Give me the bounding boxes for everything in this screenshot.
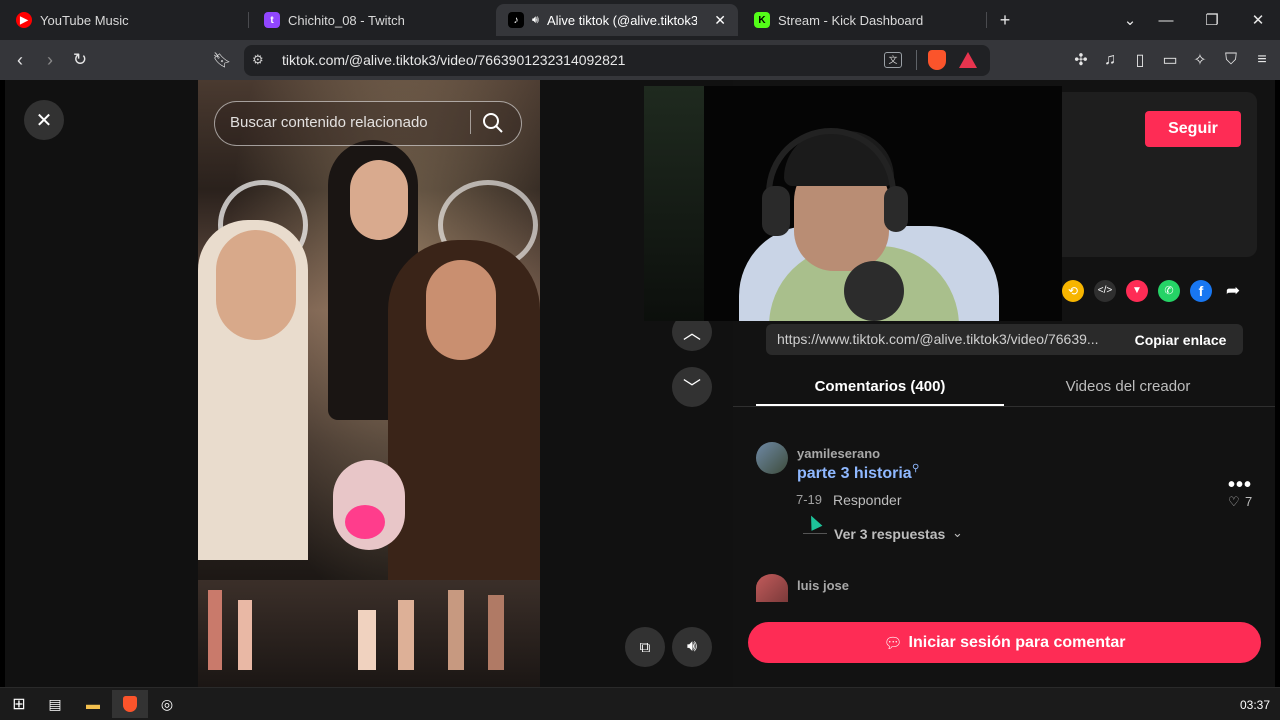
makeup-item — [208, 590, 222, 670]
reply-button[interactable]: Responder — [833, 492, 902, 508]
copy-link-button[interactable]: Copiar enlace — [1118, 324, 1243, 355]
tab-divider — [986, 12, 987, 28]
browser-tab-bar: ▶ YouTube Music t Chichito_08 - Twitch ♪… — [0, 0, 1280, 40]
back-icon[interactable]: ‹ — [8, 48, 32, 72]
site-info-icon[interactable]: ⚙︎ — [252, 52, 264, 68]
send-to-friends-icon[interactable]: ▼ — [1126, 280, 1148, 302]
maximize-icon[interactable]: ❐ — [1200, 8, 1224, 32]
avatar[interactable] — [756, 442, 788, 474]
divider — [916, 50, 917, 70]
tab-youtube-music[interactable]: ▶ YouTube Music — [4, 4, 244, 36]
like-count: 7 — [1245, 494, 1253, 509]
task-view-icon[interactable]: ▤ — [44, 693, 66, 715]
close-window-icon[interactable]: ✕ — [1246, 8, 1270, 32]
search-divider — [470, 110, 471, 134]
windows-start-icon[interactable]: ⊞ — [8, 693, 30, 715]
floating-player-icon[interactable]: ⧉ — [625, 627, 665, 667]
forward-icon[interactable]: › — [38, 48, 62, 72]
tiktok-icon: ♪ — [508, 12, 524, 28]
new-tab-icon[interactable]: + — [993, 8, 1017, 32]
tab-tiktok[interactable]: ♪ 🔊︎ Alive tiktok (@alive.tiktok3) | T ✕ — [496, 4, 738, 36]
extensions-icon[interactable]: ✣ — [1069, 48, 1093, 72]
search-icon[interactable] — [482, 112, 504, 134]
url-text: tiktok.com/@alive.tiktok3/video/76639012… — [282, 52, 626, 68]
tab-list-chevron-icon[interactable]: ⌄ — [1118, 8, 1142, 32]
comment-username[interactable]: yamileserano — [797, 446, 880, 461]
embed-icon[interactable]: </> — [1094, 280, 1116, 302]
wallet-icon[interactable]: ▭ — [1158, 48, 1182, 72]
search-tag-icon[interactable]: ⚲ — [912, 463, 919, 474]
bookmark-icon[interactable]: 🔖︎ — [210, 48, 234, 72]
room-background — [644, 86, 704, 321]
brave-shields-icon[interactable] — [928, 50, 946, 70]
vpn-icon[interactable]: ⛉ — [1219, 48, 1243, 72]
close-video-icon[interactable]: ✕ — [24, 100, 64, 140]
chevron-down-icon[interactable]: ⌄ — [952, 525, 963, 541]
reload-icon[interactable]: ↻ — [68, 48, 92, 72]
comment-text[interactable]: parte 3 historia — [797, 465, 912, 483]
login-to-comment-label: Iniciar sesión para comentar — [908, 633, 1126, 651]
makeup-item — [488, 595, 504, 670]
tab-title: Alive tiktok (@alive.tiktok3) | T — [546, 12, 697, 28]
chat-icon: 💬︎ — [883, 634, 903, 652]
sidebar-icon[interactable]: ▯ — [1128, 48, 1152, 72]
speaker-icon: 🔊︎ — [532, 13, 539, 26]
repost-icon[interactable]: ⟲ — [1062, 280, 1084, 302]
facebook-icon[interactable]: f — [1190, 280, 1212, 302]
woman-right-face — [426, 260, 496, 360]
brave-rewards-icon[interactable] — [959, 52, 977, 68]
woman-left-face — [216, 230, 296, 340]
leo-ai-icon[interactable]: ✧ — [1188, 48, 1212, 72]
close-tab-icon[interactable]: ✕ — [714, 12, 726, 29]
search-placeholder: Buscar contenido relacionado — [230, 114, 428, 131]
like-heart-icon[interactable]: ♡ — [1228, 494, 1240, 510]
share-more-icon[interactable]: ➦ — [1222, 280, 1244, 302]
makeup-item — [238, 600, 252, 670]
windows-taskbar — [0, 687, 1280, 720]
comment-date: 7-19 — [796, 492, 823, 507]
headphone-ear — [884, 186, 908, 232]
microphone — [844, 261, 904, 321]
tab-twitch[interactable]: t Chichito_08 - Twitch — [252, 4, 492, 36]
login-to-comment-button[interactable]: 💬︎ Iniciar sesión para comentar — [748, 622, 1261, 663]
comment-username[interactable]: luis jose — [797, 578, 849, 593]
twitch-icon: t — [264, 12, 280, 28]
active-tab-indicator — [756, 404, 1004, 406]
youtube-music-icon: ▶ — [16, 12, 32, 28]
comment-scroll-mask — [733, 602, 1275, 622]
follow-button[interactable]: Seguir — [1145, 111, 1241, 147]
avatar[interactable] — [756, 574, 788, 602]
view-replies-button[interactable]: Ver 3 respuestas — [834, 526, 945, 542]
tab-creator-videos[interactable]: Videos del creador — [1004, 378, 1252, 395]
tab-kick[interactable]: K Stream - Kick Dashboard — [742, 4, 982, 36]
video-player[interactable] — [198, 80, 540, 687]
brave-browser-icon[interactable] — [119, 693, 141, 715]
whatsapp-icon[interactable]: ✆ — [1158, 280, 1180, 302]
tab-comments[interactable]: Comentarios (400) — [756, 378, 1004, 395]
tab-divider — [248, 12, 249, 28]
replies-line — [803, 533, 827, 534]
tab-title: Chichito_08 - Twitch — [288, 12, 405, 28]
makeup-item — [358, 610, 376, 670]
file-explorer-icon[interactable]: ▬ — [82, 693, 104, 715]
tab-title: Stream - Kick Dashboard — [778, 12, 924, 28]
video-link-text: https://www.tiktok.com/@alive.tiktok3/vi… — [777, 331, 1099, 347]
menu-icon[interactable]: ≡ — [1250, 48, 1274, 72]
tab-title: YouTube Music — [40, 12, 129, 28]
tabs-divider — [733, 406, 1275, 407]
obs-icon[interactable]: ◎ — [156, 693, 178, 715]
media-icon[interactable]: ♫ — [1098, 48, 1122, 72]
makeup-item — [448, 590, 464, 670]
woman-center-face — [350, 160, 408, 240]
makeup-item — [398, 600, 414, 670]
next-video-chevron-down-icon[interactable]: ﹀ — [672, 367, 712, 407]
heart-icon — [345, 505, 385, 539]
translate-icon[interactable]: 文 — [884, 52, 902, 68]
clock: 03:37 — [1240, 698, 1271, 712]
volume-icon[interactable]: 🔊︎ — [672, 627, 712, 667]
webcam-overlay — [644, 86, 1062, 321]
headphone-ear — [762, 186, 790, 236]
kick-icon: K — [754, 12, 770, 28]
minimize-icon[interactable]: — — [1154, 8, 1178, 32]
